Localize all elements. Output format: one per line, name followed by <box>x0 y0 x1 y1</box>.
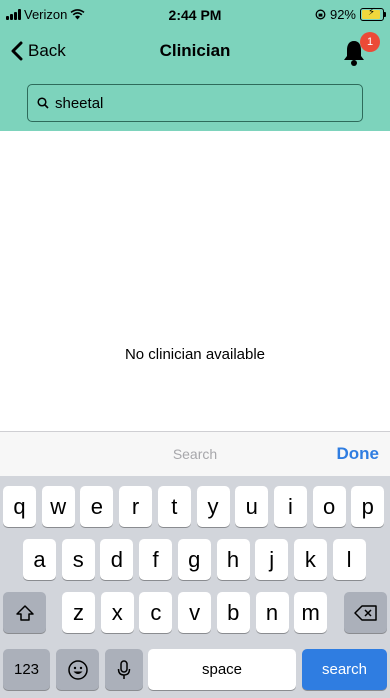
header: Back Clinician 1 <box>0 30 390 131</box>
key-l[interactable]: l <box>332 539 366 580</box>
key-p[interactable]: p <box>351 486 385 527</box>
shift-key[interactable] <box>3 592 46 633</box>
notification-badge: 1 <box>360 32 380 52</box>
key-c[interactable]: c <box>139 592 173 633</box>
key-u[interactable]: u <box>235 486 269 527</box>
key-y[interactable]: y <box>196 486 230 527</box>
key-j[interactable]: j <box>255 539 289 580</box>
emoji-icon <box>67 659 88 680</box>
shift-icon <box>15 604 34 621</box>
numbers-key[interactable]: 123 <box>3 649 50 690</box>
search-key[interactable]: search <box>302 649 387 690</box>
battery-group: 92% ⚡ <box>315 7 386 22</box>
status-bar: Verizon 2:44 PM 92% ⚡ <box>0 0 390 30</box>
microphone-key[interactable] <box>105 649 143 690</box>
battery-percent: 92% <box>329 7 356 22</box>
key-v[interactable]: v <box>178 592 212 633</box>
battery-icon: ⚡ <box>360 7 386 21</box>
key-x[interactable]: x <box>100 592 134 633</box>
key-g[interactable]: g <box>177 539 211 580</box>
key-i[interactable]: i <box>273 486 307 527</box>
key-w[interactable]: w <box>41 486 75 527</box>
rotation-lock-icon <box>315 9 326 20</box>
keyboard: qwertyuiop asdfghjkl zxcvbnm 123 space sea… <box>0 476 390 698</box>
key-e[interactable]: e <box>80 486 114 527</box>
empty-state-message: No clinician available <box>124 346 266 363</box>
space-key[interactable]: space <box>148 649 296 690</box>
search-field[interactable] <box>27 84 363 122</box>
done-button[interactable]: Done <box>337 444 380 464</box>
key-z[interactable]: z <box>62 592 95 633</box>
backspace-icon <box>353 604 377 621</box>
key-s[interactable]: s <box>61 539 95 580</box>
emoji-key[interactable] <box>56 649 99 690</box>
key-d[interactable]: d <box>100 539 134 580</box>
backspace-key[interactable] <box>344 592 387 633</box>
key-b[interactable]: b <box>216 592 250 633</box>
key-o[interactable]: o <box>312 486 346 527</box>
key-m[interactable]: m <box>294 592 328 633</box>
search-input[interactable] <box>55 94 315 112</box>
key-f[interactable]: f <box>139 539 173 580</box>
page-title: Clinician <box>159 41 231 60</box>
key-n[interactable]: n <box>255 592 289 633</box>
microphone-icon <box>117 659 131 679</box>
key-k[interactable]: k <box>293 539 327 580</box>
key-r[interactable]: r <box>119 486 153 527</box>
key-h[interactable]: h <box>216 539 250 580</box>
accessory-title: Search <box>172 446 218 462</box>
key-a[interactable]: a <box>23 539 56 580</box>
keyboard-accessory-bar: Search Done <box>0 431 390 476</box>
search-icon <box>37 97 49 109</box>
key-t[interactable]: t <box>157 486 191 527</box>
key-q[interactable]: q <box>3 486 36 527</box>
